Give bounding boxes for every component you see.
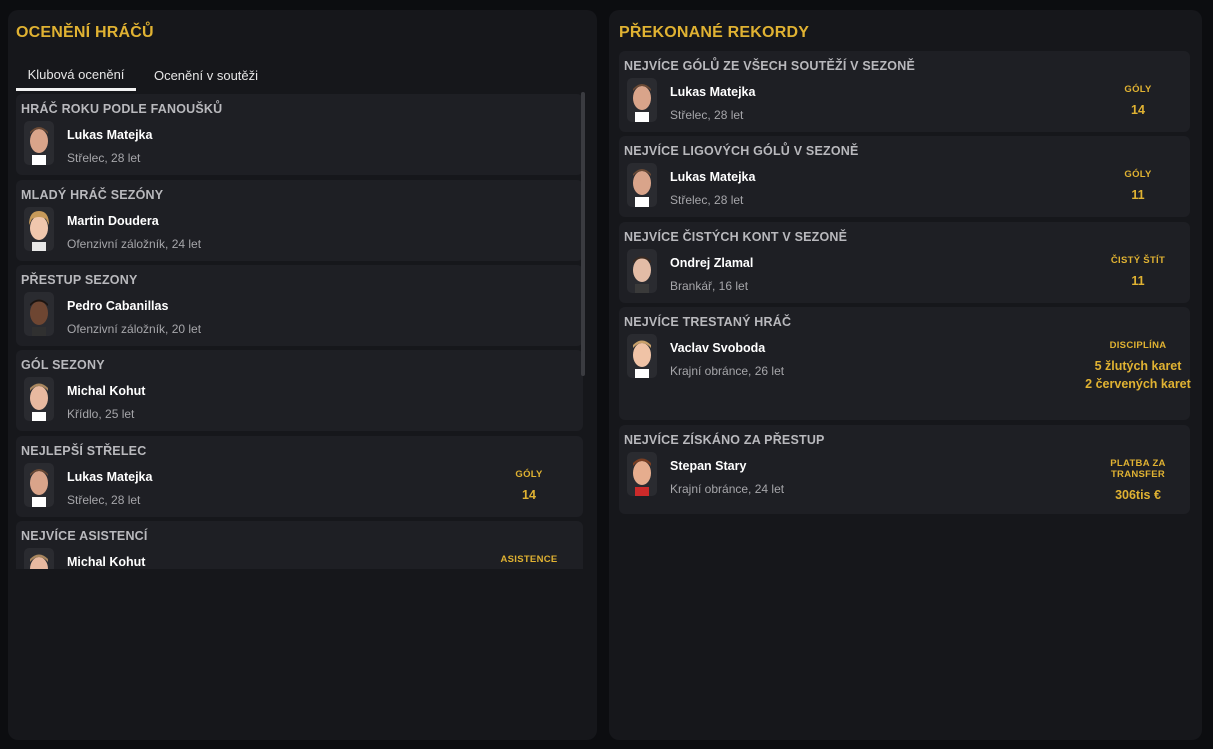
stat-value: 14 <box>522 488 536 502</box>
award-title: HRÁČ ROKU PODLE FANOUŠKŮ <box>21 102 223 116</box>
awards-tabs: Klubová ocenění Ocenění v soutěži <box>16 60 586 92</box>
award-title: MLADÝ HRÁČ SEZÓNY <box>21 188 164 202</box>
record-title: NEJVÍCE GÓLŮ ZE VŠECH SOUTĚŽÍ V SEZONĚ <box>624 59 915 73</box>
player-name[interactable]: Pedro Cabanillas <box>67 299 168 313</box>
award-title: NEJLEPŠÍ STŘELEC <box>21 444 147 458</box>
record-card[interactable]: NEJVÍCE GÓLŮ ZE VŠECH SOUTĚŽÍ V SEZONĚ L… <box>619 51 1190 132</box>
player-name[interactable]: Vaclav Svoboda <box>670 341 765 355</box>
player-name[interactable]: Lukas Matejka <box>670 170 755 184</box>
stat-value: 11 <box>1131 274 1145 288</box>
record-title: NEJVÍCE LIGOVÝCH GÓLŮ V SEZONĚ <box>624 144 859 158</box>
player-info: Střelec, 28 let <box>670 108 744 122</box>
tab-club-awards[interactable]: Klubová ocenění <box>16 60 136 91</box>
stat-label: GÓLY <box>1124 169 1152 180</box>
club-awards-title: OCENĚNÍ HRÁČŮ <box>16 24 154 41</box>
broken-records-panel: PŘEKONANÉ REKORDY NEJVÍCE GÓLŮ ZE VŠECH … <box>609 10 1202 740</box>
award-title: NEJVÍCE ASISTENCÍ <box>21 529 148 543</box>
record-title: NEJVÍCE ČISTÝCH KONT V SEZONĚ <box>624 230 848 244</box>
player-info: Krajní obránce, 26 let <box>670 364 785 378</box>
player-info: Ofenzivní záložník, 20 let <box>67 322 202 336</box>
award-card[interactable]: NEJLEPŠÍ STŘELEC Lukas Matejka Střelec, … <box>16 436 583 517</box>
player-name[interactable]: Michal Kohut <box>67 384 145 398</box>
stat-value: 306tis € <box>1115 488 1161 502</box>
award-card[interactable]: PŘESTUP SEZONY Pedro Cabanillas Ofenzivn… <box>16 265 583 346</box>
player-info: Brankář, 16 let <box>670 279 749 293</box>
stat-label: DISCIPLÍNA <box>1109 340 1167 351</box>
player-avatar <box>24 463 54 507</box>
player-avatar <box>627 78 657 122</box>
player-avatar <box>24 548 54 569</box>
record-card[interactable]: NEJVÍCE ZÍSKÁNO ZA PŘESTUP Stepan Stary … <box>619 425 1190 514</box>
stat-value: 11 <box>1131 188 1145 202</box>
award-card[interactable]: HRÁČ ROKU PODLE FANOUŠKŮ Lukas Matejka S… <box>16 94 583 175</box>
player-info: Střelec, 28 let <box>67 151 141 165</box>
club-awards-panel: OCENĚNÍ HRÁČŮ Klubová ocenění Ocenění v … <box>8 10 597 740</box>
record-card[interactable]: NEJVÍCE ČISTÝCH KONT V SEZONĚ Ondrej Zla… <box>619 222 1190 303</box>
award-title: PŘESTUP SEZONY <box>21 273 138 287</box>
player-info: Střelec, 28 let <box>670 193 744 207</box>
awards-list[interactable]: HRÁČ ROKU PODLE FANOUŠKŮ Lukas Matejka S… <box>16 94 594 569</box>
player-info: Křídlo, 25 let <box>67 407 135 421</box>
stat-label: ČISTÝ ŠTÍT <box>1110 255 1166 266</box>
player-avatar <box>627 163 657 207</box>
stat-value: 5 žlutých karet 2 červených karet <box>1085 359 1191 391</box>
awards-scrollbar[interactable] <box>581 92 585 376</box>
player-info: Střelec, 28 let <box>67 493 141 507</box>
record-card[interactable]: NEJVÍCE LIGOVÝCH GÓLŮ V SEZONĚ Lukas Mat… <box>619 136 1190 217</box>
tab-competition-awards[interactable]: Ocenění v soutěži <box>144 60 268 91</box>
player-name[interactable]: Lukas Matejka <box>67 470 152 484</box>
player-name[interactable]: Martin Doudera <box>67 214 159 228</box>
player-avatar <box>627 249 657 293</box>
award-card[interactable]: GÓL SEZONY Michal Kohut Křídlo, 25 let <box>16 350 583 431</box>
player-avatar <box>24 377 54 421</box>
player-avatar <box>24 292 54 336</box>
player-avatar <box>627 334 657 378</box>
player-info: Ofenzivní záložník, 24 let <box>67 237 202 251</box>
player-info: Krajní obránce, 24 let <box>670 482 785 496</box>
stat-label: GÓLY <box>1124 84 1152 95</box>
player-name[interactable]: Lukas Matejka <box>670 85 755 99</box>
player-name[interactable]: Michal Kohut <box>67 555 145 569</box>
record-title: NEJVÍCE ZÍSKÁNO ZA PŘESTUP <box>624 433 825 447</box>
player-name[interactable]: Lukas Matejka <box>67 128 152 142</box>
stat-label: ASISTENCE <box>500 554 558 565</box>
record-title: NEJVÍCE TRESTANÝ HRÁČ <box>624 315 792 329</box>
player-avatar <box>627 452 657 496</box>
stat-value: 14 <box>1131 103 1145 117</box>
player-name[interactable]: Ondrej Zlamal <box>670 256 753 270</box>
award-card[interactable]: MLADÝ HRÁČ SEZÓNY Martin Doudera Ofenziv… <box>16 180 583 261</box>
stat-label: PLATBA ZA TRANSFER <box>1110 458 1166 480</box>
record-card[interactable]: NEJVÍCE TRESTANÝ HRÁČ Vaclav Svoboda Kra… <box>619 307 1191 420</box>
award-title: GÓL SEZONY <box>21 358 105 372</box>
stat-label: GÓLY <box>515 469 543 480</box>
player-avatar <box>24 207 54 251</box>
award-card[interactable]: NEJVÍCE ASISTENCÍ Michal Kohut ASISTENCE <box>16 521 583 569</box>
broken-records-title: PŘEKONANÉ REKORDY <box>619 24 810 41</box>
player-avatar <box>24 121 54 165</box>
player-name[interactable]: Stepan Stary <box>670 459 746 473</box>
